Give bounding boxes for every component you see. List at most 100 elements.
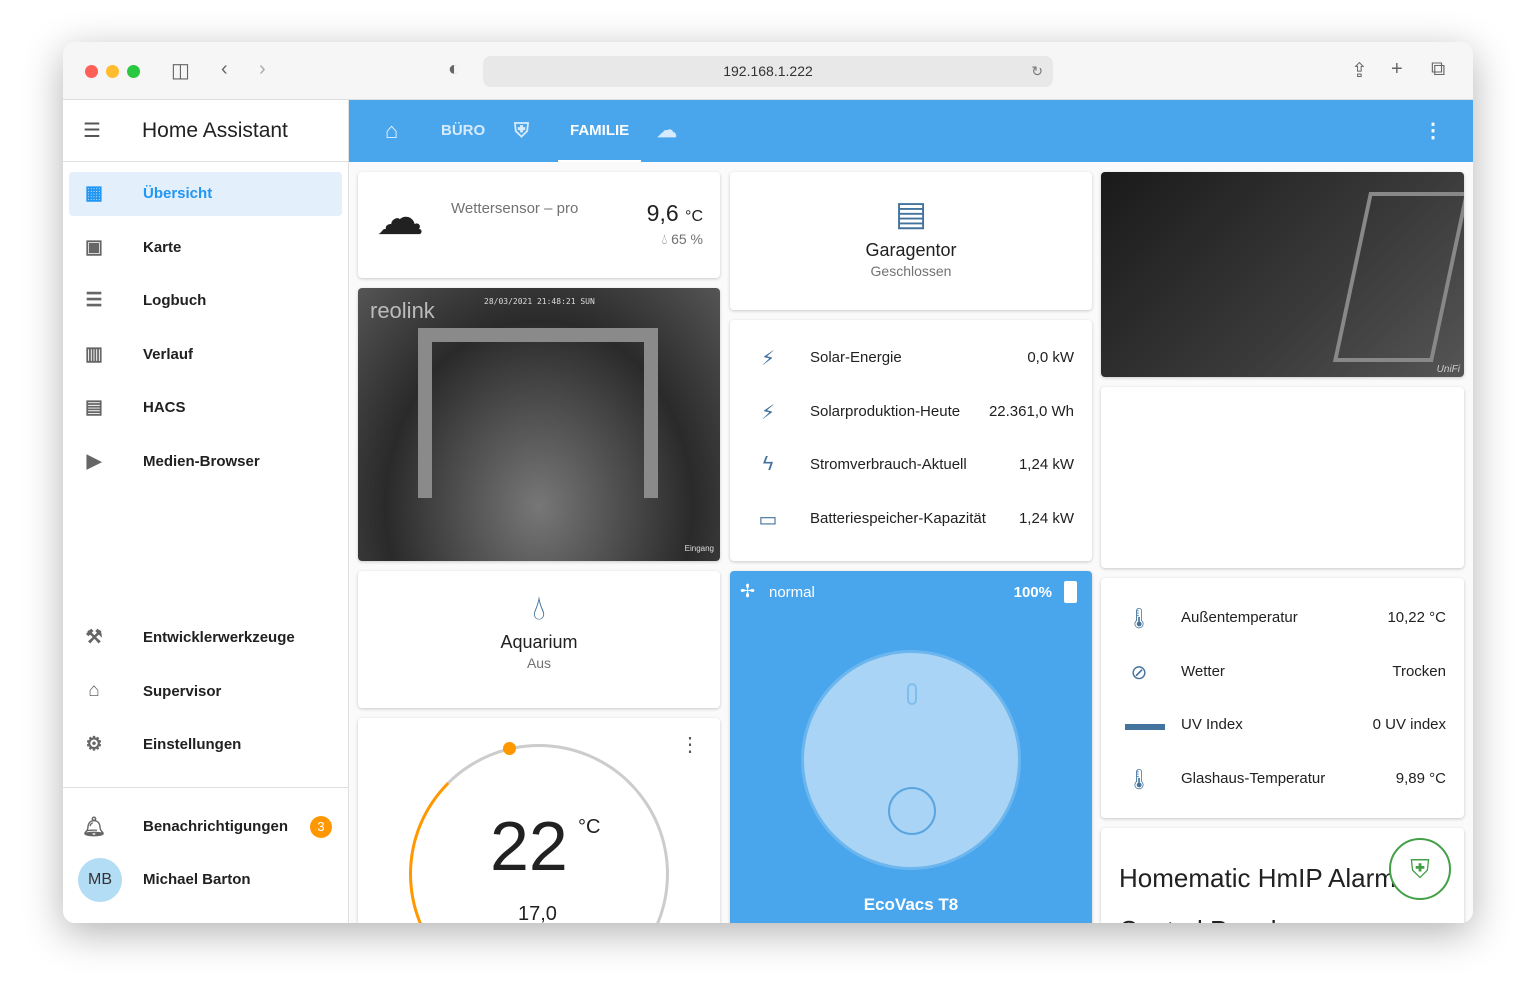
camera-feed-reolink[interactable]: reolink 28/03/2021 21:48:21 SUN Eingang: [358, 288, 720, 561]
sidebar-item-entwicklerwerkzeuge[interactable]: ⚒Entwicklerwerkzeuge: [69, 616, 342, 660]
tab-familie[interactable]: FAMILIE: [558, 100, 641, 162]
solar-power-icon: ⚡︎: [754, 346, 782, 371]
tab-shield-icon[interactable]: ⛨: [514, 100, 529, 162]
camera-image: [1333, 192, 1464, 362]
entity-row[interactable]: 🌡︎Glashaus-Temperatur9,89 °C: [1101, 759, 1464, 799]
forward-icon[interactable]: ›: [259, 58, 266, 81]
divider: [63, 787, 349, 788]
zoom-window-button[interactable]: [127, 65, 140, 78]
weather-card[interactable]: ☁︎ Wettersensor – pro 9,6 °C 💧︎ 65 %: [358, 172, 720, 278]
sidebar-item-verlauf[interactable]: ▥Verlauf: [69, 333, 342, 377]
energy-entities-card: ⚡︎Solar-Energie0,0 kW ⚡︎Solarproduktion-…: [730, 320, 1092, 561]
weather-name: Wettersensor – pro: [451, 200, 578, 217]
flash-icon: ϟ: [754, 453, 782, 476]
sidebar-toggle-icon[interactable]: ◫: [171, 58, 190, 83]
sensors-entities-card: 🌡︎ Außentemperatur 10,22 °C ⊘WetterTrocken…: [1101, 578, 1464, 818]
reload-icon[interactable]: ↻: [1031, 56, 1043, 87]
hacs-icon: ▤: [82, 396, 106, 420]
entity-name: UV Index: [1181, 716, 1243, 733]
home-assistant-icon: ⌂: [82, 680, 106, 704]
entity-row[interactable]: ⊘WetterTrocken: [1101, 652, 1464, 692]
sidebar-item-profile[interactable]: MBMichael Barton: [69, 858, 342, 902]
garage-card[interactable]: ▤ Garagentor Geschlossen: [730, 172, 1092, 310]
entity-name: Glashaus-Temperatur: [1181, 770, 1325, 787]
entity-value: 22.361,0 Wh: [989, 403, 1074, 420]
humidity: 💧︎ 65 %: [662, 231, 703, 248]
top-app-bar: ⌂ BÜRO ⛨ FAMILIE ☁ ⋮: [349, 100, 1473, 162]
garage-name: Garagentor: [730, 240, 1092, 261]
entity-value: 0 UV index: [1373, 716, 1446, 733]
chart-bar-icon: ▥: [82, 343, 106, 367]
close-window-button[interactable]: [85, 65, 98, 78]
entity-name: Solar-Energie: [810, 349, 902, 366]
vacuum-name: EcoVacs T8: [730, 895, 1092, 915]
browser-toolbar: ◫ ‹ › ◐ 192.168.1.222 ↻ ⇪ + ⧉: [63, 42, 1473, 100]
thermostat-handle[interactable]: [503, 742, 516, 755]
sunglasses-icon: ▬▬: [1125, 713, 1153, 736]
more-options-icon[interactable]: ⋮: [1423, 100, 1443, 162]
tab-buero[interactable]: BÜRO: [441, 100, 485, 162]
shield-privacy-icon[interactable]: ◐: [448, 58, 460, 81]
cloud-icon: ☁︎: [376, 190, 424, 246]
battery-charging-icon: ▭: [754, 507, 782, 532]
app-title: Home Assistant: [142, 119, 288, 143]
thermometer-icon: 🌡︎: [1125, 606, 1153, 631]
garage-icon: ▤: [730, 194, 1092, 234]
more-options-icon[interactable]: ⋮: [680, 732, 700, 757]
fan-icon: ✢: [740, 581, 755, 602]
entity-row[interactable]: ▬▬ UV Index 0 UV index: [1101, 705, 1464, 745]
entity-row[interactable]: ⚡︎Solar-Energie0,0 kW: [730, 338, 1092, 378]
temp-value: 9,6: [647, 200, 679, 226]
entity-value: 1,24 kW: [1019, 510, 1074, 527]
empty-card: [1101, 387, 1464, 568]
tab-weather-icon[interactable]: ☁: [657, 100, 677, 162]
fan-speed[interactable]: normal: [769, 584, 815, 601]
entity-row[interactable]: ⚡︎Solarproduktion-Heute22.361,0 Wh: [730, 392, 1092, 432]
sidebar-item-uebersicht[interactable]: ▦Übersicht: [69, 172, 342, 216]
url-text: 192.168.1.222: [723, 63, 813, 79]
vacuum-card[interactable]: ✢ normal 100% EcoVacs T8: [730, 571, 1092, 923]
minimize-window-button[interactable]: [106, 65, 119, 78]
water-drop-icon: 💧︎: [358, 589, 720, 628]
entity-name: Außentemperatur: [1181, 609, 1298, 626]
humidity-value: 65 %: [671, 231, 703, 247]
sidebar-item-einstellungen[interactable]: ⚙Einstellungen: [69, 723, 342, 767]
battery-icon: [1064, 581, 1077, 603]
new-tab-icon[interactable]: +: [1391, 58, 1403, 81]
address-bar[interactable]: 192.168.1.222 ↻: [483, 56, 1053, 87]
entity-value: 9,89 °C: [1396, 770, 1446, 787]
camera-timestamp: 28/03/2021 21:48:21 SUN: [484, 297, 595, 306]
weather-temperature: 9,6 °C: [647, 200, 703, 227]
entity-value: 10,22 °C: [1387, 609, 1446, 626]
sidebar-item-hacs[interactable]: ▤HACS: [69, 386, 342, 430]
alarm-panel-card[interactable]: Homematic HmIP Alarm Control Panel ⛨: [1101, 828, 1464, 923]
entity-row[interactable]: ▭ Batteriespeicher-Kapazität 1,24 kW: [730, 499, 1092, 539]
share-icon[interactable]: ⇪: [1351, 58, 1368, 83]
sidebar-item-logbuch[interactable]: ☰Logbuch: [69, 279, 342, 323]
entity-name: Stromverbrauch-Aktuell: [810, 456, 967, 473]
back-icon[interactable]: ‹: [221, 58, 228, 81]
battery-level: 100%: [1014, 584, 1052, 601]
entity-row[interactable]: 🌡︎ Außentemperatur 10,22 °C: [1101, 598, 1464, 638]
entity-value: 1,24 kW: [1019, 456, 1074, 473]
sidebar-item-supervisor[interactable]: ⌂Supervisor: [69, 670, 342, 714]
camera-feed-unifi[interactable]: UniFi: [1101, 172, 1464, 377]
entity-row[interactable]: ϟ Stromverbrauch-Aktuell 1,24 kW: [730, 445, 1092, 485]
tabs-overview-icon[interactable]: ⧉: [1431, 58, 1445, 81]
entity-name: Batteriespeicher-Kapazität: [810, 510, 986, 527]
alarm-title: Homematic HmIP Alarm Control Panel: [1119, 852, 1409, 923]
sidebar-item-medien-browser[interactable]: ▶Medien-Browser: [69, 440, 342, 484]
target-temperature: 22: [490, 806, 568, 886]
aquarium-card[interactable]: 💧︎ Aquarium Aus: [358, 571, 720, 708]
temperature-unit: °C: [578, 816, 600, 839]
sidebar-item-karte[interactable]: ▣Karte: [69, 226, 342, 270]
tab-home-icon[interactable]: ⌂: [385, 100, 398, 162]
solar-power-icon: ⚡︎: [754, 400, 782, 425]
bell-icon: 🔔︎: [82, 815, 106, 839]
menu-collapse-icon[interactable]: ☰: [83, 118, 101, 143]
sidebar: ☰ Home Assistant ▦Übersicht ▣Karte ☰Logb…: [63, 100, 349, 923]
sidebar-item-notifications[interactable]: 🔔︎Benachrichtigungen3: [69, 805, 342, 849]
aquarium-state: Aus: [358, 655, 720, 671]
notification-badge: 3: [310, 816, 332, 838]
thermostat-card[interactable]: ⋮ 22 °C 17,0: [358, 718, 720, 923]
